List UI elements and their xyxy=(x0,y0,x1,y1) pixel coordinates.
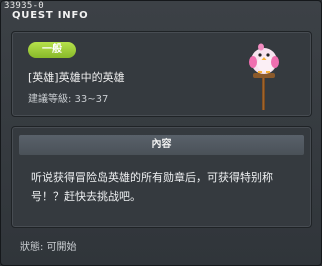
recommended-level: 建議等級: 33~37 xyxy=(28,94,109,105)
quest-status: 狀態: 可開始 xyxy=(20,242,77,253)
window-titlebar[interactable]: 33935-0 QUEST INFO xyxy=(1,1,321,23)
pink-bird-on-signpost-icon xyxy=(249,43,279,110)
quest-type-badge: 一般 xyxy=(28,42,76,58)
content-header: 內容 xyxy=(19,135,304,155)
quest-content-panel: 內容 听说获得冒险岛英雄的所有勋章后，可获得特别称号！？赶快去挑战吧。 xyxy=(11,126,312,228)
quest-name: [英雄]英雄中的英雄 xyxy=(28,71,125,84)
quest-info-window: 33935-0 QUEST INFO 一般 [英雄]英雄中的英雄 建議等級: 3… xyxy=(0,0,322,266)
window-title: QUEST INFO xyxy=(12,10,89,21)
quest-summary-panel: 一般 [英雄]英雄中的英雄 建議等級: 33~37 xyxy=(11,31,312,117)
quest-description: 听说获得冒险岛英雄的所有勋章后，可获得特别称号！？赶快去挑战吧。 xyxy=(31,171,273,203)
